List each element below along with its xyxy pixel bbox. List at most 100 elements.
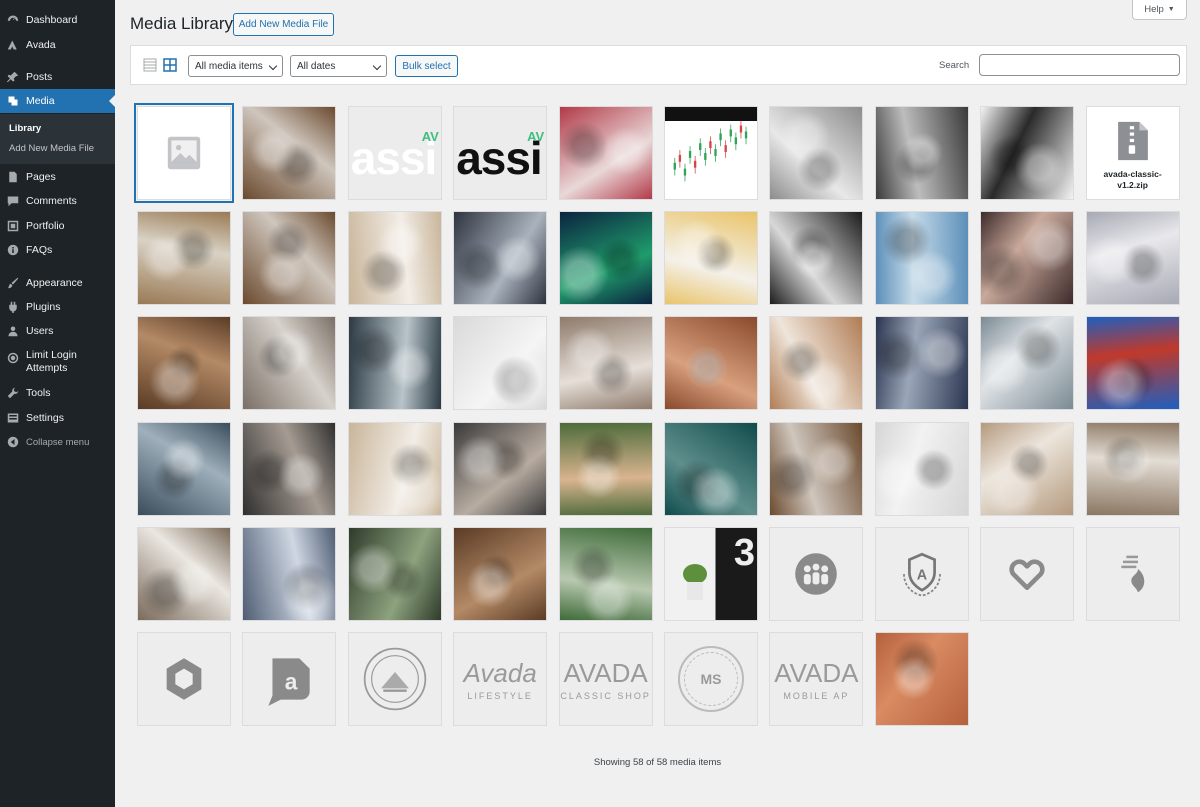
photo-detail [559,317,652,410]
sidebar-item-users[interactable]: Users [0,319,115,343]
people-circle-logo[interactable] [769,526,864,621]
collapse-menu-button[interactable]: Collapse menu [0,430,115,454]
sidebar-item-comments[interactable]: Comments [0,189,115,213]
two-people-office-photo[interactable] [558,316,653,411]
woman-car-photo[interactable] [453,421,548,516]
hexagon-logo[interactable] [137,632,231,726]
pages-icon [6,170,20,184]
surface-laptop-photo[interactable] [980,316,1075,411]
avada-lifestyle-logo[interactable]: Avada LIFESTYLE [453,632,548,726]
office-team-photo[interactable] [980,421,1075,516]
reports-desk-photo[interactable] [137,526,231,621]
bulk-select-button[interactable]: Bulk select [395,55,458,77]
tablet-desk-photo[interactable] [1085,211,1180,306]
meeting-table-top-photo-2[interactable] [453,526,548,621]
desk-laptop-photo-3[interactable] [769,421,864,516]
sidebar-item-tools[interactable]: Tools [0,381,115,405]
emblem-logo[interactable] [347,632,442,726]
green-chart-screen-photo[interactable] [558,211,653,306]
man-suit-photo[interactable] [874,316,969,411]
modern-building-photo[interactable] [769,211,864,306]
woman-car-laptop-photo[interactable] [242,421,337,516]
sidebar-item-settings[interactable]: Settings [0,406,115,430]
plant-clock-photo[interactable]: 3 [664,526,758,621]
sidebar-item-posts[interactable]: Posts [0,65,115,89]
photo-detail [138,212,230,305]
date-filter[interactable]: All dates [290,55,387,77]
friends-laughing-photo[interactable] [558,421,653,516]
search-input[interactable] [979,54,1180,76]
dollar-bill-photo[interactable] [874,106,969,200]
sidebar-item-limit-login[interactable]: Limit Login Attempts [0,349,115,379]
team-whiteboard-photo[interactable] [347,211,442,306]
skyscraper-photo[interactable] [874,211,969,306]
a-bubble-logo[interactable]: a [242,632,337,726]
logo-text-wrap: AV assi [349,107,441,199]
sidebar-item-plugins[interactable]: Plugins [0,295,115,319]
sidebar-item-label: Dashboard [26,14,78,26]
zip-file-name: avada-classic- v1.2.zip [1103,169,1162,190]
media-type-filter[interactable]: All media items [188,55,283,77]
photo-detail [1086,317,1179,410]
add-new-media-button[interactable]: Add New Media File [233,13,334,36]
assi-black-logo[interactable]: AV assi [453,106,548,200]
man-phone-teal-photo[interactable] [664,421,758,516]
terracotta-table-photo[interactable] [874,632,969,726]
colleagues-laptop-photo[interactable] [1085,421,1180,516]
wall-street-sign-photo[interactable] [453,211,548,306]
pin-icon [6,70,20,84]
laptop-white-desk-photo[interactable] [453,316,548,411]
office-window-photo[interactable] [137,211,231,306]
hand-card-photo[interactable] [769,106,864,200]
crest-logo[interactable]: A [874,526,969,621]
sticky-notes-board-photo[interactable] [664,211,758,306]
sidebar-item-pages[interactable]: Pages [0,165,115,189]
woman-glasses-photo[interactable] [769,316,864,411]
sidebar-item-dashboard[interactable]: Dashboard [0,8,115,32]
grid-view-icon[interactable] [163,58,177,72]
assi-green-logo[interactable]: AV assi [347,106,442,200]
avada-mobile-app-logo[interactable]: AVADA MOBILE AP [769,632,864,726]
sidebar-item-faqs[interactable]: FAQs [0,238,115,262]
notebook-pen-photo[interactable] [980,106,1075,200]
people-icon [770,528,862,620]
list-view-icon[interactable] [143,58,157,72]
emblem-icon [349,633,441,725]
sidebar-item-avada[interactable]: Avada [0,33,115,57]
green-building-photo[interactable] [558,526,653,621]
man-laptop-photo[interactable] [242,316,337,411]
stock-chart-image[interactable] [664,106,758,200]
people-sitting-photo[interactable] [347,526,442,621]
help-tab-button[interactable]: Help ▼ [1132,0,1187,20]
sidebar-item-media[interactable]: Media [0,89,115,113]
page-title: Media Library [130,14,233,33]
sidebar-item-portfolio[interactable]: Portfolio [0,214,115,238]
heart-logo[interactable] [980,526,1075,621]
admin-sidebar: Dashboard Avada Posts Media Library Add … [0,0,115,807]
media-tile-placeholder[interactable] [134,103,234,203]
laptop-coffee-photo[interactable] [874,421,969,516]
tablet-charts-photo[interactable] [242,526,337,621]
submenu-library[interactable]: Library [9,123,41,134]
team-whiteboard-photo-2[interactable] [347,421,442,516]
man-vest-photo[interactable] [137,421,231,516]
ms-badge-logo[interactable]: MS [664,632,758,726]
desk-laptop-photo-2[interactable] [242,211,337,306]
laptop-typing-photo[interactable] [347,316,442,411]
woman-smiling-photo[interactable] [664,316,758,411]
flame-logo[interactable] [1085,526,1180,621]
sidebar-item-appearance[interactable]: Appearance [0,271,115,295]
ms-badge-text: MS [700,671,722,687]
windows-laptop-red-photo[interactable] [1085,316,1180,411]
photo-detail [559,107,652,199]
desk-laptop-photo[interactable] [242,106,337,200]
phone-trading-photo[interactable] [558,106,653,200]
logo-text-wrap: AV assi [454,107,546,199]
submenu-add-new-media[interactable]: Add New Media File [9,143,94,154]
meeting-table-top-photo[interactable] [137,316,231,411]
laptop-code-photo[interactable] [980,211,1075,306]
photo-detail [559,422,652,515]
photo-detail [348,422,441,515]
avada-classic-shop-logo[interactable]: AVADA CLASSIC SHOP [558,632,653,726]
zip-file-tile[interactable]: avada-classic- v1.2.zip [1085,106,1180,200]
